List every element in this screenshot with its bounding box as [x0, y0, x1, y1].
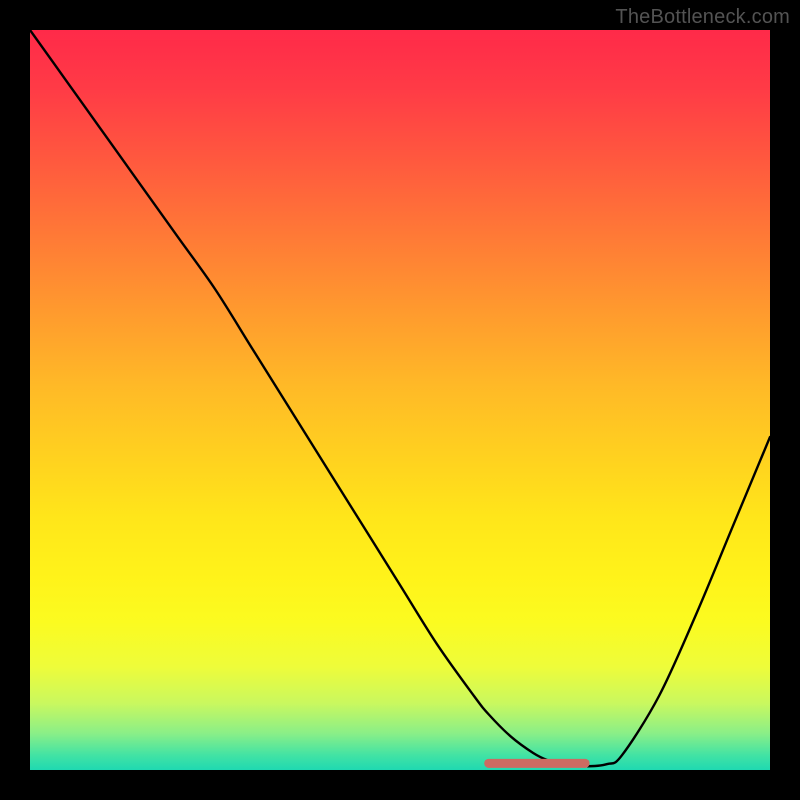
watermark-text: TheBottleneck.com	[615, 6, 790, 29]
plot-area	[30, 30, 770, 770]
bottleneck-curve	[30, 30, 770, 766]
chart-stage: TheBottleneck.com	[0, 0, 800, 800]
optimal-range-start-dot	[484, 759, 493, 768]
optimal-range-end-dot	[581, 759, 590, 768]
curve-layer	[30, 30, 770, 770]
